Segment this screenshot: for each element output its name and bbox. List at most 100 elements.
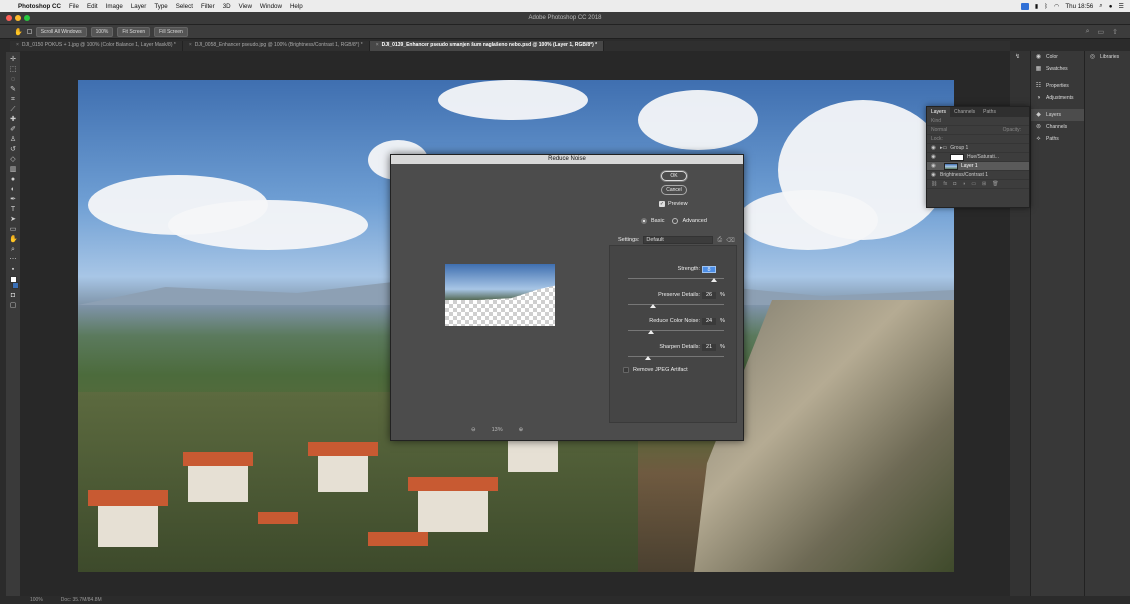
preview-label[interactable]: Preview — [668, 201, 688, 207]
screen-mode-icon[interactable]: ▢ — [9, 302, 17, 309]
default-colors-icon[interactable]: ▪ — [9, 266, 17, 273]
dock-channels[interactable]: ⊚ Channels — [1031, 121, 1084, 133]
brush-tool-icon[interactable]: ✐ — [9, 126, 17, 133]
crop-tool-icon[interactable]: ⌗ — [9, 96, 17, 103]
notification-center-icon[interactable]: ☰ — [1118, 3, 1124, 10]
scroll-all-windows-label[interactable]: Scroll All Windows — [35, 26, 87, 37]
blur-tool-icon[interactable]: ● — [9, 176, 17, 183]
menu-file[interactable]: File — [65, 3, 83, 10]
zoom-out-icon[interactable]: ⊖ — [471, 427, 476, 433]
basic-label[interactable]: Basic — [651, 218, 664, 224]
quick-mask-icon[interactable]: ◘ — [9, 292, 17, 299]
app-menu[interactable]: Photoshop CC — [14, 3, 65, 10]
reduce-color-noise-input[interactable]: 24 — [702, 318, 716, 325]
clone-stamp-tool-icon[interactable]: ♙ — [9, 136, 17, 143]
eraser-tool-icon[interactable]: ◇ — [9, 156, 17, 163]
clock[interactable]: Thu 18:56 — [1065, 3, 1093, 10]
settings-dropdown[interactable]: Default — [643, 236, 714, 244]
workspace-icon[interactable]: ▭ — [1098, 28, 1105, 36]
sharpen-details-slider-thumb[interactable] — [645, 356, 652, 360]
dock-layers[interactable]: ◆ Layers — [1031, 109, 1084, 121]
wifi-icon[interactable]: ◠ — [1054, 3, 1059, 10]
link-layers-icon[interactable]: ⛓ — [931, 181, 937, 187]
document-tab[interactable]: × DJI_0058_Enhancer pseudo.jpg @ 100% (Br… — [183, 41, 370, 51]
dock-color[interactable]: ◉ Color — [1031, 51, 1084, 63]
lasso-tool-icon[interactable]: ◌ — [9, 76, 17, 83]
advanced-label[interactable]: Advanced — [682, 218, 706, 224]
delete-layer-icon[interactable]: 🗑 — [992, 181, 998, 187]
close-tab-icon[interactable]: × — [376, 42, 379, 48]
close-tab-icon[interactable]: × — [16, 42, 19, 48]
ok-button[interactable]: OK — [661, 171, 687, 181]
menu-help[interactable]: Help — [286, 3, 307, 10]
channels-tab[interactable]: Channels — [950, 107, 979, 117]
edit-toolbar-icon[interactable]: ⋯ — [9, 256, 17, 263]
advanced-radio[interactable] — [672, 218, 679, 224]
dodge-tool-icon[interactable]: ◐ — [9, 186, 17, 193]
reduce-color-noise-slider-track[interactable] — [628, 330, 724, 331]
eyedropper-tool-icon[interactable]: ⟋ — [9, 106, 17, 113]
sharpen-details-slider-track[interactable] — [628, 356, 724, 357]
sharpen-details-input[interactable]: 21 — [702, 344, 716, 351]
new-group-icon[interactable]: ▭ — [971, 181, 976, 187]
new-layer-icon[interactable]: ⊞ — [982, 181, 986, 187]
preserve-details-slider-track[interactable] — [628, 304, 724, 305]
layers-tab[interactable]: Layers — [927, 107, 951, 117]
document-tab-active[interactable]: × DJI_0139_Enhancer pseudo smanjen šum na… — [369, 41, 605, 51]
menu-image[interactable]: Image — [102, 3, 127, 10]
hand-tool-icon[interactable]: ✋ — [9, 236, 18, 243]
menu-type[interactable]: Type — [150, 3, 171, 10]
shape-tool-icon[interactable]: ▭ — [9, 226, 17, 233]
dock-swatches[interactable]: ▦ Swatches — [1031, 63, 1084, 75]
background-color-swatch[interactable] — [12, 282, 19, 289]
layer-style-icon[interactable]: fx — [943, 181, 947, 187]
strength-slider-thumb[interactable] — [711, 278, 718, 282]
strength-input[interactable]: 8 — [702, 266, 716, 273]
healing-brush-tool-icon[interactable]: ✚ — [9, 116, 17, 123]
dock-libraries[interactable]: ◎ Libraries — [1085, 51, 1130, 63]
dock-properties[interactable]: ☷ Properties — [1031, 80, 1084, 92]
basic-radio[interactable] — [641, 218, 647, 224]
quick-select-tool-icon[interactable]: ✎ — [9, 86, 17, 93]
preview-checkbox[interactable]: ✓ — [659, 201, 665, 207]
menu-3d[interactable]: 3D — [219, 3, 235, 10]
layer-row-selected[interactable]: ◉ Layer 1 — [927, 162, 1029, 171]
reduce-color-noise-slider-thumb[interactable] — [648, 330, 655, 334]
history-panel-icon[interactable]: ↯ — [1010, 51, 1030, 63]
layer-row[interactable]: ◉ Hue/Saturati... — [927, 153, 1029, 162]
visibility-eye-icon[interactable]: ◉ — [931, 145, 937, 151]
filter-preview-image[interactable] — [445, 264, 555, 326]
fit-screen-button[interactable]: Fit Screen — [117, 26, 151, 37]
add-mask-icon[interactable]: ◘ — [953, 181, 956, 187]
gradient-tool-icon[interactable]: ▥ — [9, 166, 17, 173]
pen-tool-icon[interactable]: ✒ — [9, 196, 17, 203]
creative-cloud-icon[interactable] — [1020, 2, 1029, 10]
visibility-eye-icon[interactable]: ◉ — [931, 172, 937, 178]
delete-settings-icon[interactable]: ⌫ — [726, 237, 734, 244]
paths-tab[interactable]: Paths — [979, 107, 1000, 117]
spotlight-icon[interactable]: ⌕ — [1099, 2, 1102, 10]
zoom-tool-icon[interactable]: ⌕ — [9, 246, 17, 253]
layer-kind-filter[interactable]: Kind — [931, 118, 941, 124]
battery-icon[interactable]: ▮ — [1035, 3, 1038, 10]
search-icon[interactable]: ⌕ — [1086, 28, 1090, 36]
blend-mode-dropdown[interactable]: Normal — [931, 127, 947, 133]
save-settings-icon[interactable]: ⎙ — [717, 237, 722, 244]
remove-jpeg-checkbox[interactable] — [623, 367, 629, 373]
close-tab-icon[interactable]: × — [189, 42, 192, 48]
path-selection-tool-icon[interactable]: ➤ — [9, 216, 17, 223]
visibility-eye-icon[interactable]: ◉ — [931, 154, 937, 160]
menu-select[interactable]: Select — [172, 3, 197, 10]
menu-layer[interactable]: Layer — [127, 3, 150, 10]
fill-screen-button[interactable]: Fill Screen — [154, 26, 188, 37]
move-tool-icon[interactable]: ✛ — [9, 56, 17, 63]
siri-icon[interactable]: ● — [1109, 3, 1113, 10]
preserve-details-slider-thumb[interactable] — [649, 304, 656, 308]
type-tool-icon[interactable]: T — [9, 206, 17, 213]
menu-window[interactable]: Window — [256, 3, 286, 10]
history-brush-tool-icon[interactable]: ↺ — [9, 146, 17, 153]
document-tab[interactable]: × DJI_0150 POKUS + 1.jpg @ 100% (Color Ba… — [10, 41, 183, 51]
menu-edit[interactable]: Edit — [83, 3, 102, 10]
zoom-100-button[interactable]: 100% — [90, 26, 114, 37]
layer-row[interactable]: ◉ ▸▭ Group 1 — [927, 144, 1029, 153]
